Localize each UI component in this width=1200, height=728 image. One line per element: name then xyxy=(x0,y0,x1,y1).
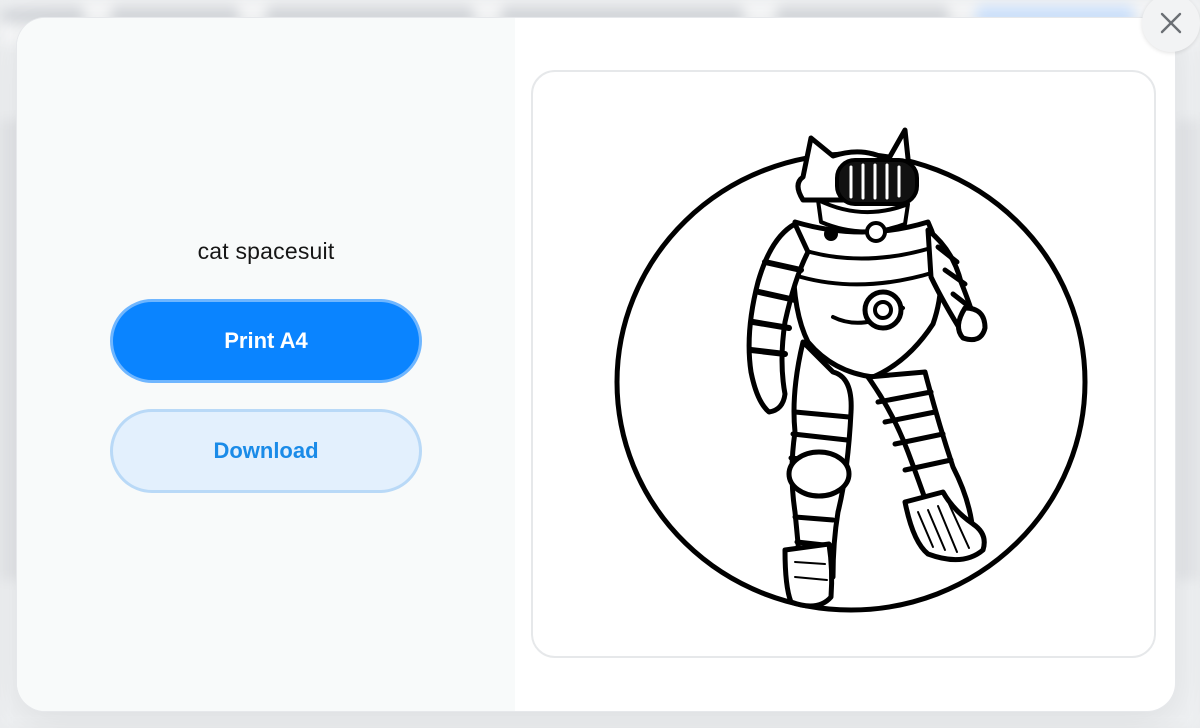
image-preview xyxy=(531,70,1156,658)
dialog-title: cat spacesuit xyxy=(197,238,335,264)
print-a4-button[interactable]: Print A4 xyxy=(110,299,422,383)
dialog-actions-panel: cat spacesuit Print A4 Download xyxy=(17,18,515,711)
print-dialog: cat spacesuit Print A4 Download xyxy=(17,18,1175,711)
cat-astronaut-illustration xyxy=(614,127,1088,613)
close-icon xyxy=(1160,12,1182,34)
download-button[interactable]: Download xyxy=(110,409,422,493)
